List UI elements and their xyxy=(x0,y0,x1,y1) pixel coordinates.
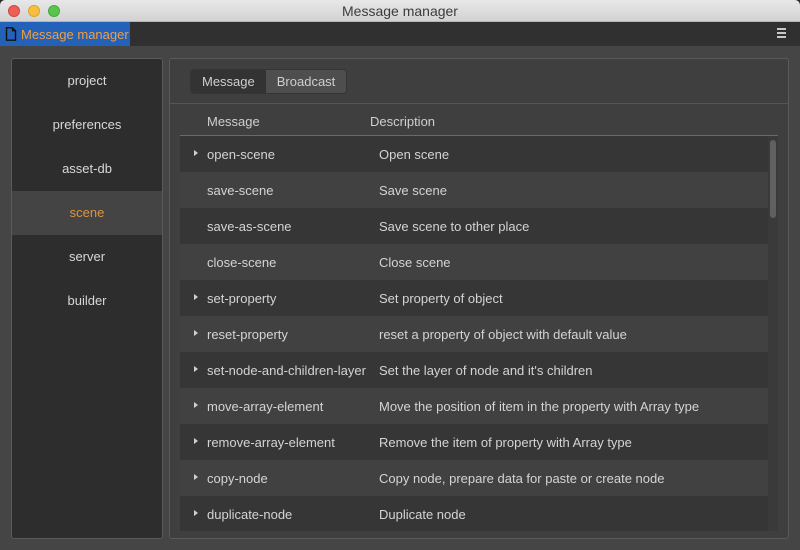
message-name: set-property xyxy=(207,291,277,306)
message-description: Set the layer of node and it's children xyxy=(379,363,593,378)
table-row[interactable]: copy-node Copy node, prepare data for pa… xyxy=(180,460,768,496)
expand-arrow-icon[interactable] xyxy=(194,294,198,300)
tab-broadcast[interactable]: Broadcast xyxy=(265,70,347,93)
sidebar: project preferences asset-db scene serve… xyxy=(11,58,163,539)
expand-arrow-icon[interactable] xyxy=(194,474,198,480)
table-row[interactable]: set-property Set property of object xyxy=(180,280,768,316)
expand-arrow-icon[interactable] xyxy=(194,510,198,516)
expand-arrow-icon[interactable] xyxy=(194,438,198,444)
sidebar-item-builder[interactable]: builder xyxy=(12,279,162,323)
message-description: Save scene to other place xyxy=(379,219,530,234)
message-name: copy-node xyxy=(207,471,268,486)
message-name: remove-array-element xyxy=(207,435,335,450)
document-icon xyxy=(5,27,17,41)
column-header-message: Message xyxy=(207,114,260,129)
sidebar-item-asset-db[interactable]: asset-db xyxy=(12,147,162,191)
message-description: Open scene xyxy=(379,147,450,162)
table-row[interactable]: open-scene Open scene xyxy=(180,136,768,172)
table-row[interactable]: reset-property reset a property of objec… xyxy=(180,316,768,352)
message-name: reset-property xyxy=(207,327,288,342)
message-description: Close scene xyxy=(379,255,451,270)
panel-tab-message-manager[interactable]: Message manager xyxy=(0,22,130,46)
table-row[interactable]: duplicate-node Duplicate node xyxy=(180,496,768,531)
scrollbar-thumb[interactable] xyxy=(770,140,776,218)
message-description: Copy node, prepare data for paste or cre… xyxy=(379,471,665,486)
message-name: set-node-and-children-layer xyxy=(207,363,366,378)
message-description: reset a property of object with default … xyxy=(379,327,627,342)
message-name: close-scene xyxy=(207,255,277,270)
message-panel: Message Broadcast Message Description op… xyxy=(169,58,789,539)
table-row[interactable]: remove-array-element Remove the item of … xyxy=(180,424,768,460)
message-type-segmented-control: Message Broadcast xyxy=(190,69,348,94)
message-description: Remove the item of property with Array t… xyxy=(379,435,632,450)
message-description: Set property of object xyxy=(379,291,503,306)
message-name: duplicate-node xyxy=(207,507,293,522)
message-name: open-scene xyxy=(207,147,275,162)
panel-tab-label: Message manager xyxy=(21,26,129,42)
expand-arrow-icon[interactable] xyxy=(194,402,198,408)
message-name: move-array-element xyxy=(207,399,324,414)
hamburger-menu-icon[interactable] xyxy=(777,28,786,38)
window-title: Message manager xyxy=(342,3,458,19)
sidebar-item-server[interactable]: server xyxy=(12,235,162,279)
message-description: Duplicate node xyxy=(379,507,466,522)
table-row[interactable]: set-node-and-children-layer Set the laye… xyxy=(180,352,768,388)
expand-arrow-icon[interactable] xyxy=(194,330,198,336)
divider xyxy=(170,103,788,104)
expand-arrow-icon[interactable] xyxy=(194,150,198,156)
expand-arrow-icon[interactable] xyxy=(194,366,198,372)
message-name: save-scene xyxy=(207,183,274,198)
window-titlebar: Message manager xyxy=(0,0,800,22)
sidebar-item-preferences[interactable]: preferences xyxy=(12,103,162,147)
sidebar-item-scene[interactable]: scene xyxy=(12,191,162,235)
table-header: Message Description xyxy=(180,106,778,136)
table-row[interactable]: move-array-element Move the position of … xyxy=(180,388,768,424)
panel-tabbar: Message manager xyxy=(0,22,800,46)
tab-message[interactable]: Message xyxy=(191,70,266,93)
table-row[interactable]: close-scene Close scene xyxy=(180,244,768,280)
table-row[interactable]: save-as-scene Save scene to other place xyxy=(180,208,768,244)
sidebar-item-project[interactable]: project xyxy=(12,59,162,103)
column-header-description: Description xyxy=(370,114,436,129)
vertical-scrollbar[interactable] xyxy=(768,136,778,531)
table-row[interactable]: save-scene Save scene xyxy=(180,172,768,208)
panel-body: project preferences asset-db scene serve… xyxy=(0,46,800,550)
message-description: Move the position of item in the propert… xyxy=(379,399,700,414)
message-description: Save scene xyxy=(379,183,447,198)
message-table: open-scene Open scene save-scene Save sc… xyxy=(180,136,768,531)
message-name: save-as-scene xyxy=(207,219,292,234)
